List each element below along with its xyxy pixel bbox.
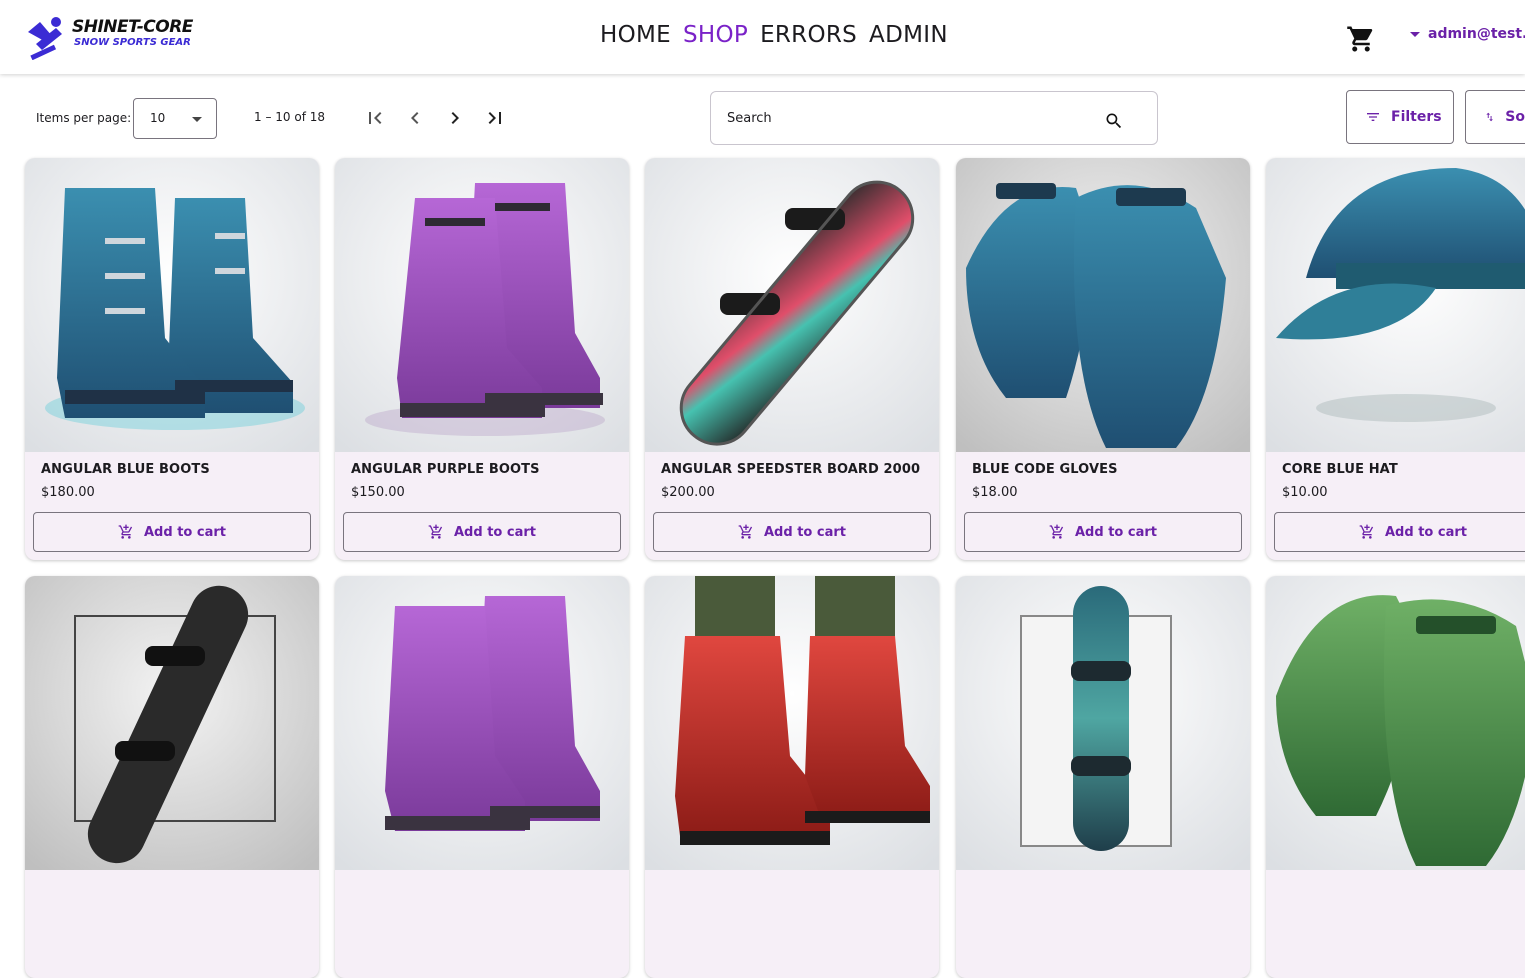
nav-admin[interactable]: ADMIN <box>869 22 948 48</box>
add-to-cart-button[interactable]: Add to cart <box>653 512 931 552</box>
nav-home[interactable]: HOME <box>600 22 671 48</box>
product-image-blue-gloves[interactable] <box>956 158 1250 452</box>
product-name[interactable]: ANGULAR SPEEDSTER BOARD 2000 <box>661 462 920 477</box>
last-page-icon[interactable] <box>483 106 507 130</box>
main-nav: HOME SHOP ERRORS ADMIN <box>600 22 948 48</box>
add-to-cart-label: Add to cart <box>1075 524 1157 540</box>
add-to-cart-label: Add to cart <box>764 524 846 540</box>
product-card[interactable] <box>645 576 939 978</box>
add-to-cart-label: Add to cart <box>1385 524 1467 540</box>
product-image-teal-snowboard[interactable] <box>956 576 1250 870</box>
page-range-label: 1 – 10 of 18 <box>254 110 325 124</box>
app-header: SHINET-CORE SNOW SPORTS GEAR HOME SHOP E… <box>0 0 1525 74</box>
product-price: $150.00 <box>351 485 405 500</box>
search-input[interactable] <box>727 106 1087 130</box>
items-per-page-label: Items per page: <box>36 111 132 125</box>
product-card[interactable]: BLUE CODE GLOVES $18.00 Add to cart <box>956 158 1250 560</box>
brand-subtitle: SNOW SPORTS GEAR <box>74 37 191 48</box>
search-icon[interactable] <box>1104 111 1124 131</box>
product-price: $10.00 <box>1282 485 1328 500</box>
add-shopping-cart-icon <box>1049 524 1064 539</box>
items-per-page-value: 10 <box>150 111 166 125</box>
add-to-cart-label: Add to cart <box>144 524 226 540</box>
product-card[interactable] <box>25 576 319 978</box>
search-box <box>710 91 1158 145</box>
user-menu[interactable]: admin@test.c <box>1410 26 1525 42</box>
product-price: $180.00 <box>41 485 95 500</box>
filters-button[interactable]: Filters <box>1346 90 1454 144</box>
product-image-blue-boots[interactable] <box>25 158 319 452</box>
nav-errors[interactable]: ERRORS <box>760 22 857 48</box>
product-card[interactable]: CORE BLUE HAT $10.00 Add to cart <box>1266 158 1525 560</box>
product-card[interactable]: ANGULAR PURPLE BOOTS $150.00 Add to cart <box>335 158 629 560</box>
product-price: $200.00 <box>661 485 715 500</box>
product-image-purple-boots[interactable] <box>335 158 629 452</box>
first-page-icon[interactable] <box>363 106 387 130</box>
filter-icon <box>1367 113 1379 121</box>
add-shopping-cart-icon <box>428 524 443 539</box>
brand-title: SHINET-CORE <box>72 17 193 37</box>
product-image-speedster-board[interactable] <box>645 158 939 452</box>
sort-icon <box>1486 112 1493 122</box>
product-image-dark-snowboard[interactable] <box>25 576 319 870</box>
add-to-cart-button[interactable]: Add to cart <box>33 512 311 552</box>
filters-label: Filters <box>1391 109 1442 125</box>
shopping-cart-icon[interactable] <box>1346 24 1376 54</box>
product-card[interactable] <box>1266 576 1525 978</box>
product-image-green-gloves[interactable] <box>1266 576 1525 870</box>
product-card[interactable]: ANGULAR SPEEDSTER BOARD 2000 $200.00 Add… <box>645 158 939 560</box>
add-to-cart-label: Add to cart <box>454 524 536 540</box>
add-to-cart-button[interactable]: Add to cart <box>1274 512 1525 552</box>
product-card[interactable] <box>956 576 1250 978</box>
add-to-cart-button[interactable]: Add to cart <box>343 512 621 552</box>
snowboarder-logo-icon <box>28 17 62 60</box>
product-image-purple-boots-2[interactable] <box>335 576 629 870</box>
brand-logo[interactable]: SHINET-CORE SNOW SPORTS GEAR <box>26 14 196 64</box>
product-name[interactable]: ANGULAR BLUE BOOTS <box>41 462 210 477</box>
dropdown-arrow-icon <box>192 117 202 122</box>
product-price: $18.00 <box>972 485 1018 500</box>
sort-button[interactable]: So <box>1465 90 1525 144</box>
product-name[interactable]: BLUE CODE GLOVES <box>972 462 1118 477</box>
add-shopping-cart-icon <box>1359 524 1374 539</box>
user-email: admin@test.c <box>1428 26 1525 42</box>
add-shopping-cart-icon <box>738 524 753 539</box>
product-card[interactable] <box>335 576 629 978</box>
sort-label: So <box>1505 109 1525 125</box>
product-card[interactable]: ANGULAR BLUE BOOTS $180.00 Add to cart <box>25 158 319 560</box>
add-shopping-cart-icon <box>118 524 133 539</box>
add-to-cart-button[interactable]: Add to cart <box>964 512 1242 552</box>
product-image-red-boots[interactable] <box>645 576 939 870</box>
previous-page-icon[interactable] <box>403 106 427 130</box>
items-per-page-select[interactable]: 10 <box>133 98 217 139</box>
product-image-blue-hat[interactable] <box>1266 158 1525 452</box>
product-name[interactable]: CORE BLUE HAT <box>1282 462 1398 477</box>
product-name[interactable]: ANGULAR PURPLE BOOTS <box>351 462 540 477</box>
chevron-down-icon <box>1410 31 1420 37</box>
nav-shop[interactable]: SHOP <box>683 22 748 48</box>
next-page-icon[interactable] <box>443 106 467 130</box>
